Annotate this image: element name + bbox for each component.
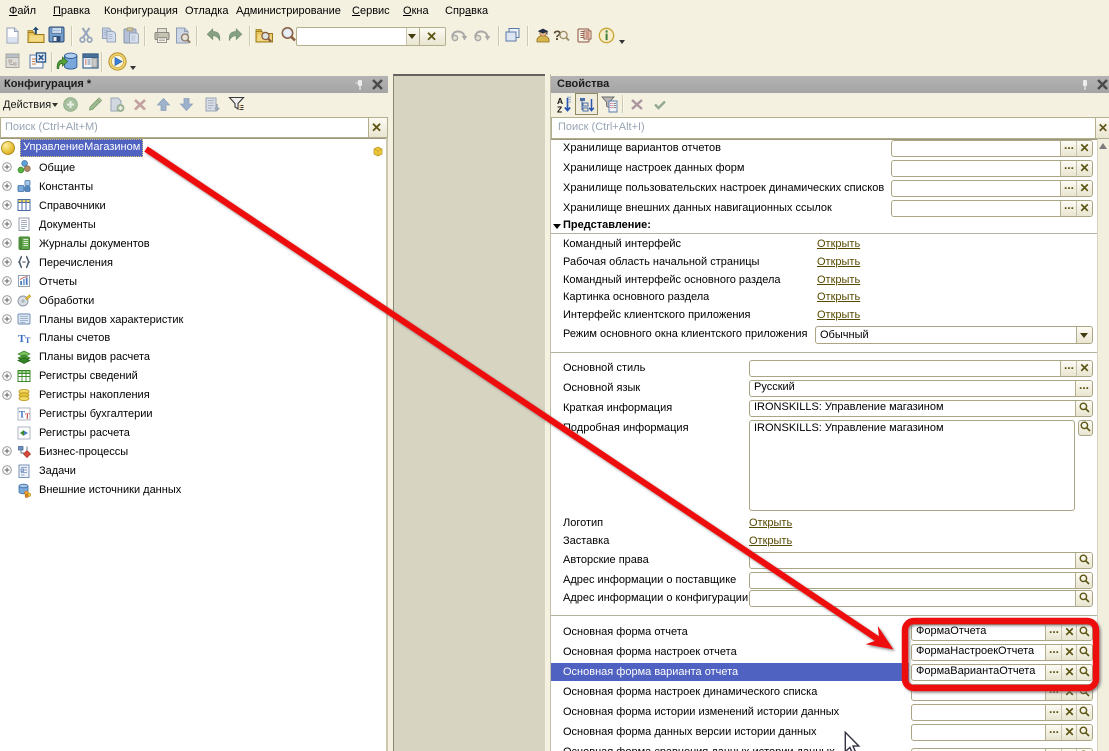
- svg-text:Z: Z: [557, 105, 562, 114]
- svg-text:T: T: [25, 413, 30, 421]
- svg-text:T: T: [25, 336, 31, 345]
